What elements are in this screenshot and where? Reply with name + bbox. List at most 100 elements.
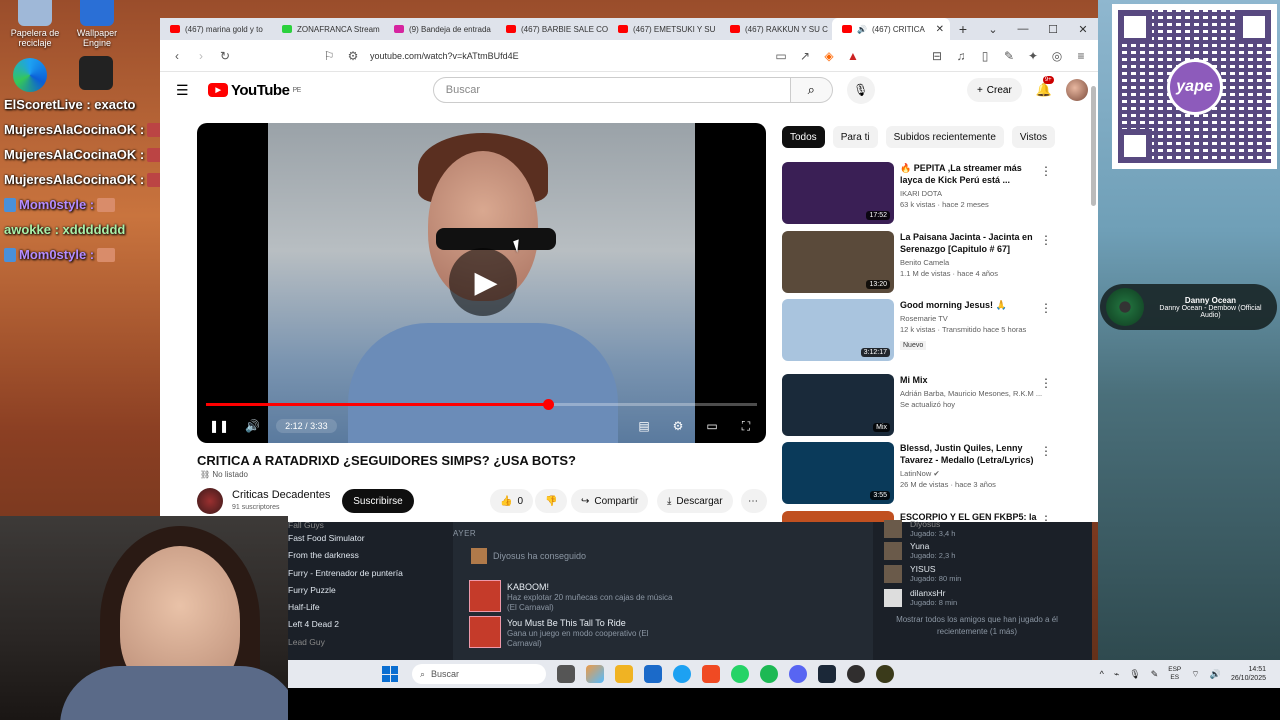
search-icon[interactable]: ⌕ [790, 77, 833, 103]
more-vert-icon[interactable]: ⋮ [1040, 233, 1052, 247]
desktop-icon-wallpaper-engine[interactable]: Wallpaper Engine [62, 0, 132, 48]
extensions-icon[interactable]: ✎ [1002, 49, 1016, 63]
chip-vistos[interactable]: Vistos [1011, 126, 1055, 148]
task-view-icon[interactable] [557, 665, 575, 683]
brave-icon[interactable] [702, 665, 720, 683]
video-thumbnail[interactable]: 17:52 [782, 162, 894, 224]
game-list-item[interactable]: From the darkness [288, 547, 438, 564]
subscribe-button[interactable]: Suscribirse [342, 489, 414, 513]
store-icon[interactable] [644, 665, 662, 683]
copilot-icon[interactable] [586, 665, 604, 683]
spotify-icon[interactable] [760, 665, 778, 683]
desktop-icon-roblox[interactable] [76, 56, 116, 92]
close-tab-icon[interactable]: ✕ [936, 24, 944, 35]
share-button[interactable]: ↪ Compartir [571, 489, 649, 513]
cast-icon[interactable]: ▭ [774, 49, 788, 63]
user-avatar[interactable] [1066, 79, 1088, 101]
show-all-friends-link[interactable]: Mostrar todos los amigos que han jugado … [882, 614, 1072, 638]
play-icon[interactable]: ▶ [449, 248, 517, 316]
whatsapp-icon[interactable] [731, 665, 749, 683]
more-vert-icon[interactable]: ⋮ [1040, 376, 1052, 390]
close-window-icon[interactable]: ✕ [1068, 23, 1098, 36]
obs-icon[interactable] [847, 665, 865, 683]
chip-todos[interactable]: Todos [782, 126, 825, 148]
chip-para-ti[interactable]: Para ti [832, 126, 878, 148]
desktop-icon-recycle-bin[interactable]: Papelera de reciclaje [0, 0, 70, 48]
video-thumbnail[interactable]: 3:55 [782, 442, 894, 504]
friend-item[interactable]: YISUS Jugado: 80 min [884, 563, 1074, 585]
new-tab-button[interactable]: + [950, 21, 976, 37]
wallet-icon[interactable]: ◎ [1050, 49, 1064, 63]
chevron-up-icon[interactable]: ^ [1100, 669, 1104, 679]
browser-tab[interactable]: (9) Bandeja de entrada [384, 18, 496, 40]
page-scrollbar[interactable] [1091, 84, 1096, 520]
recommendation-item[interactable]: 17:52 🔥 PEPITA ,La streamer más layca de… [782, 162, 1052, 224]
notifications-bell-icon[interactable]: 🔔 9+ [1036, 76, 1054, 98]
language-indicator[interactable]: ESP ES [1168, 666, 1181, 682]
game-list-item[interactable]: Fall Guys [288, 521, 438, 530]
youtube-logo[interactable]: ▶ YouTube PE [208, 82, 301, 99]
download-button[interactable]: ⤓ Descargar [657, 489, 733, 513]
ai-icon[interactable]: ✦ [1026, 49, 1040, 63]
dislike-button[interactable]: 👎 [535, 489, 568, 513]
feed-user[interactable]: Diyosus ha conseguido [471, 548, 586, 564]
browser-tab[interactable]: ZONAFRANCA Stream [272, 18, 384, 40]
browser-tab[interactable]: (467) BARBIE SALE CO [496, 18, 608, 40]
recommendation-item[interactable]: 3:12:17 Good morning Jesus! 🙏 Rosemarie T… [782, 299, 1052, 361]
brave-shield-icon[interactable]: ◈ [822, 49, 836, 63]
share-icon[interactable]: ↗ [798, 49, 812, 63]
browser-tab[interactable]: (467) RAKKUN Y SU C [720, 18, 832, 40]
like-button[interactable]: 👍 0 [490, 489, 534, 513]
url-input[interactable]: youtube.com/watch?v=kATtmBUfd4E [370, 51, 764, 61]
scrollbar-thumb[interactable] [1091, 86, 1096, 206]
volume-icon[interactable]: 🔊 [245, 419, 260, 433]
chip-subidos[interactable]: Subidos recientemente [885, 126, 1004, 148]
more-vert-icon[interactable]: ⋮ [1040, 444, 1052, 458]
video-thumbnail[interactable]: Mix [782, 374, 894, 436]
microphone-icon[interactable]: 🎙 [1129, 669, 1140, 680]
video-thumbnail[interactable]: 13:20 [782, 231, 894, 293]
subtitles-icon[interactable]: ▤ [636, 419, 652, 434]
channel-avatar[interactable] [197, 488, 223, 514]
friend-item[interactable]: Diyosus Jugado: 3,4 h [884, 518, 1074, 540]
file-explorer-icon[interactable] [615, 665, 633, 683]
game-list-item[interactable]: Furry Puzzle [288, 582, 438, 599]
hamburger-menu-icon[interactable]: ☰ [176, 82, 190, 99]
music-icon[interactable]: ♫ [954, 49, 968, 63]
taskbar-search[interactable]: ⌕ Buscar [412, 664, 546, 684]
site-info-icon[interactable]: ⚙ [346, 49, 360, 63]
microphone-icon[interactable]: 🎙 [846, 76, 875, 104]
create-button[interactable]: + Crear [966, 78, 1022, 102]
edge-icon[interactable] [673, 665, 691, 683]
sidebar-icon[interactable]: ⊟ [930, 49, 944, 63]
back-icon[interactable]: ‹ [170, 49, 184, 63]
menu-icon[interactable]: ≡ [1074, 49, 1088, 63]
friend-item[interactable]: Yuna Jugado: 2,3 h [884, 540, 1074, 562]
wifi-icon[interactable]: ⌔ [1191, 669, 1199, 680]
network-icon[interactable]: ⌁ [1114, 669, 1119, 680]
reload-icon[interactable]: ↻ [218, 49, 232, 63]
video-player[interactable]: ▶ ❚❚ 🔊 2:12 / 3:33 ▤ ⚙ ▭ ⛶ [197, 123, 766, 443]
bookmark-icon[interactable]: ⚐ [322, 49, 336, 63]
video-progress-bar[interactable] [206, 399, 757, 410]
game-list-item[interactable]: Fast Food Simulator [288, 530, 438, 547]
reader-icon[interactable]: ▯ [978, 49, 992, 63]
browser-tab[interactable]: (467) marina gold y to [160, 18, 272, 40]
achievement-item[interactable]: KABOOM! Haz explotar 20 muñecas con caja… [469, 580, 769, 616]
desktop-icon-edge[interactable] [8, 58, 52, 94]
settings-icon[interactable]: ⚙ [670, 419, 686, 434]
pause-icon[interactable]: ❚❚ [209, 419, 229, 433]
app-icon[interactable] [876, 665, 894, 683]
video-thumbnail[interactable] [782, 511, 894, 522]
channel-name[interactable]: Criticas Decadentes [232, 489, 330, 501]
game-list-item[interactable]: Furry - Entrenador de puntería [288, 565, 438, 582]
more-vert-icon[interactable]: ⋮ [1040, 301, 1052, 315]
steam-icon[interactable] [818, 665, 836, 683]
game-list-item[interactable]: Lead Guy [288, 634, 438, 647]
friend-item[interactable]: dilanxsHr Jugado: 8 min [884, 587, 1074, 609]
chevron-down-icon[interactable]: ⌄ [978, 23, 1008, 36]
theater-mode-icon[interactable]: ▭ [704, 419, 720, 434]
more-actions-button[interactable]: ⋯ [741, 489, 767, 513]
more-vert-icon[interactable]: ⋮ [1040, 164, 1052, 178]
pen-icon[interactable]: ✎ [1151, 669, 1159, 680]
